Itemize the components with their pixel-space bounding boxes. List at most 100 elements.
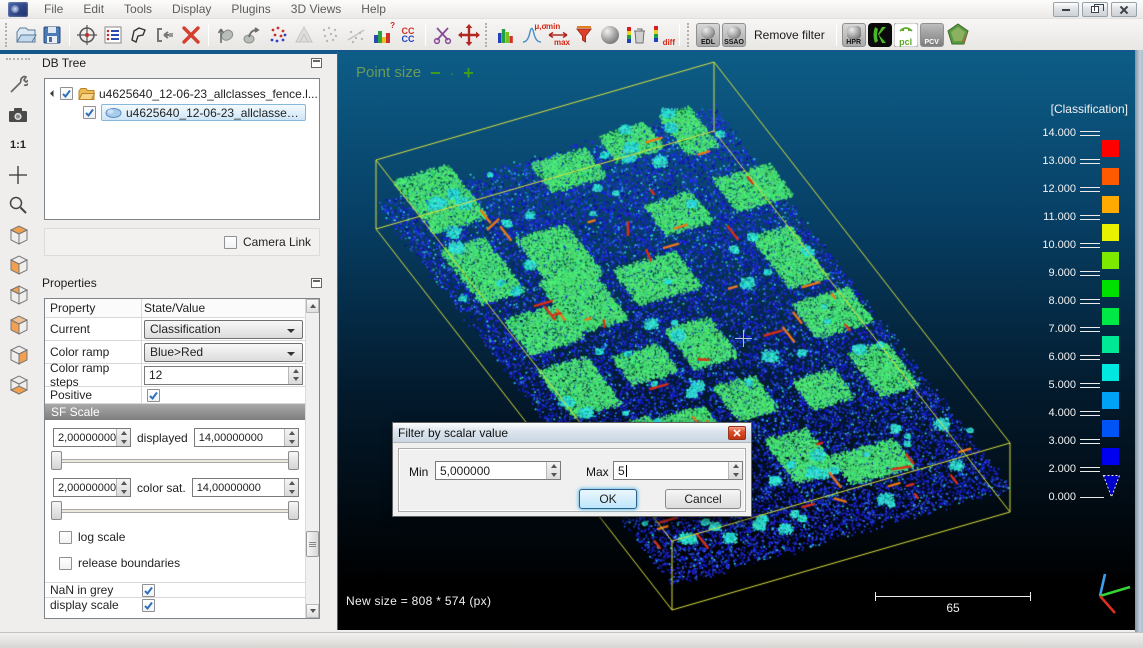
slider-handle-max[interactable] (288, 451, 299, 470)
console-button[interactable] (100, 22, 126, 48)
view-right-button[interactable] (5, 342, 31, 368)
view-left-button[interactable] (5, 282, 31, 308)
tree-item-checkbox[interactable] (60, 87, 73, 100)
cross-section-button[interactable] (430, 22, 456, 48)
saturation-max-spinbox[interactable]: 14,00000000 (192, 478, 299, 497)
max-value-spinbox[interactable]: 5 (613, 461, 743, 480)
close-button[interactable] (1111, 2, 1137, 17)
db-tree-float-button[interactable] (311, 58, 322, 68)
slider-handle-min[interactable] (51, 501, 62, 520)
spin-buttons[interactable] (546, 462, 560, 479)
view-top-button[interactable] (5, 222, 31, 248)
displayed-min-spinbox[interactable]: 2,00000000 (53, 428, 131, 447)
kinect-plugin-button[interactable] (867, 22, 893, 48)
tree-item-checkbox[interactable] (83, 106, 96, 119)
displayed-range-slider[interactable] (57, 451, 293, 470)
cancel-button[interactable]: Cancel (665, 489, 741, 509)
log-scale-checkbox[interactable] (59, 531, 72, 544)
color-ramp-combobox[interactable]: Blue>Red (144, 343, 303, 362)
scroll-up-button[interactable] (306, 299, 319, 313)
point-size-decrease-button[interactable]: − (430, 66, 441, 80)
menu-item[interactable]: 3D Views (281, 0, 351, 18)
nan-grey-checkbox[interactable] (142, 584, 155, 597)
zoom-fit-button[interactable] (5, 192, 31, 218)
segment-button[interactable] (126, 22, 152, 48)
compute-stat-test-button[interactable]: ? (369, 22, 395, 48)
display-scale-checkbox[interactable] (142, 599, 155, 612)
screenshot-button[interactable] (5, 102, 31, 128)
cloud-cloud-distance-button[interactable]: CCCC (395, 22, 421, 48)
ok-button[interactable]: OK (579, 489, 637, 509)
expander-icon[interactable] (50, 90, 57, 97)
toolbar-handle[interactable] (5, 23, 10, 47)
dialog-close-button[interactable] (728, 426, 746, 440)
min-value-spinbox[interactable]: 5,000000 (435, 461, 561, 480)
menu-item[interactable]: Display (162, 0, 221, 18)
point-size-increase-button[interactable]: + (463, 66, 474, 80)
spin-buttons[interactable] (116, 429, 130, 446)
view-bottom-button[interactable] (5, 372, 31, 398)
restore-button[interactable] (1082, 2, 1108, 17)
menu-item[interactable]: Help (351, 0, 396, 18)
saturation-range-slider[interactable] (57, 501, 293, 520)
filter-by-value-button[interactable]: minmax (545, 22, 571, 48)
open-file-button[interactable] (13, 22, 39, 48)
spin-buttons[interactable] (116, 479, 130, 496)
zoom-1-1-button[interactable]: 1:1 (5, 132, 31, 158)
saturation-min-spinbox[interactable]: 2,00000000 (53, 478, 131, 497)
properties-scrollbar[interactable] (305, 299, 319, 618)
toolbar-handle[interactable] (6, 58, 30, 66)
facets-plugin-button[interactable] (945, 22, 971, 48)
delete-button[interactable] (178, 22, 204, 48)
sample-points-button[interactable] (291, 22, 317, 48)
point-list-picking-button[interactable] (239, 22, 265, 48)
save-button[interactable] (39, 22, 65, 48)
config-tools-button[interactable] (5, 72, 31, 98)
apply-transformation-button[interactable] (152, 22, 178, 48)
pcl-plugin-button[interactable]: ​pcl (893, 22, 919, 48)
displayed-max-spinbox[interactable]: 14,00000000 (194, 428, 299, 447)
minimize-button[interactable] (1053, 2, 1079, 17)
sf-arithmetic-button[interactable]: diff (649, 22, 675, 48)
release-boundaries-checkbox[interactable] (59, 557, 72, 570)
menu-item[interactable]: File (34, 0, 73, 18)
dialog-title-bar[interactable]: Filter by scalar value (393, 423, 751, 443)
remove-filter-button[interactable]: Remove filter (747, 25, 832, 45)
spin-buttons[interactable] (284, 479, 298, 496)
scroll-thumb[interactable] (306, 531, 319, 557)
camera-link-checkbox[interactable] (224, 236, 237, 249)
translate-rotate-button[interactable] (456, 22, 482, 48)
subsample-button[interactable] (317, 22, 343, 48)
slider-handle-min[interactable] (51, 451, 62, 470)
ssao-shader-button[interactable]: SSAO (721, 22, 747, 48)
tree-item-group[interactable]: u4625640_12-06-23_allclasses_fence.l... (45, 84, 319, 103)
menu-item[interactable]: Edit (73, 0, 114, 18)
scroll-down-button[interactable] (306, 604, 319, 618)
spin-buttons[interactable] (284, 429, 298, 446)
noise-filter-button[interactable] (343, 22, 369, 48)
view-back-button[interactable] (5, 312, 31, 338)
set-pivot-button[interactable] (5, 162, 31, 188)
spin-buttons[interactable] (728, 462, 742, 479)
view-front-button[interactable] (5, 252, 31, 278)
slider-handle-max[interactable] (288, 501, 299, 520)
menu-item[interactable]: Tools (114, 0, 162, 18)
current-sf-combobox[interactable]: Classification (144, 320, 303, 339)
point-picking-button[interactable] (213, 22, 239, 48)
properties-float-button[interactable] (311, 278, 322, 288)
filter-funnel-button[interactable] (571, 22, 597, 48)
point-pair-align-button[interactable] (265, 22, 291, 48)
edl-shader-button[interactable]: EDL (695, 22, 721, 48)
show-histogram-button[interactable] (493, 22, 519, 48)
menu-item[interactable]: Plugins (221, 0, 280, 18)
positive-checkbox[interactable] (147, 389, 160, 402)
spin-buttons[interactable] (288, 367, 302, 384)
ramp-steps-spinbox[interactable]: 12 (144, 366, 303, 385)
sphere-tool-button[interactable] (597, 22, 623, 48)
pick-rotation-center-button[interactable] (74, 22, 100, 48)
hpr-plugin-button[interactable]: HPR (841, 22, 867, 48)
tree-item-cloud[interactable]: u4625640_12-06-23_allclasses_fen... (45, 103, 319, 122)
delete-scalar-field-button[interactable] (623, 22, 649, 48)
gaussian-filter-button[interactable]: μ,σ (519, 22, 545, 48)
pcv-plugin-button[interactable]: PCV (919, 22, 945, 48)
